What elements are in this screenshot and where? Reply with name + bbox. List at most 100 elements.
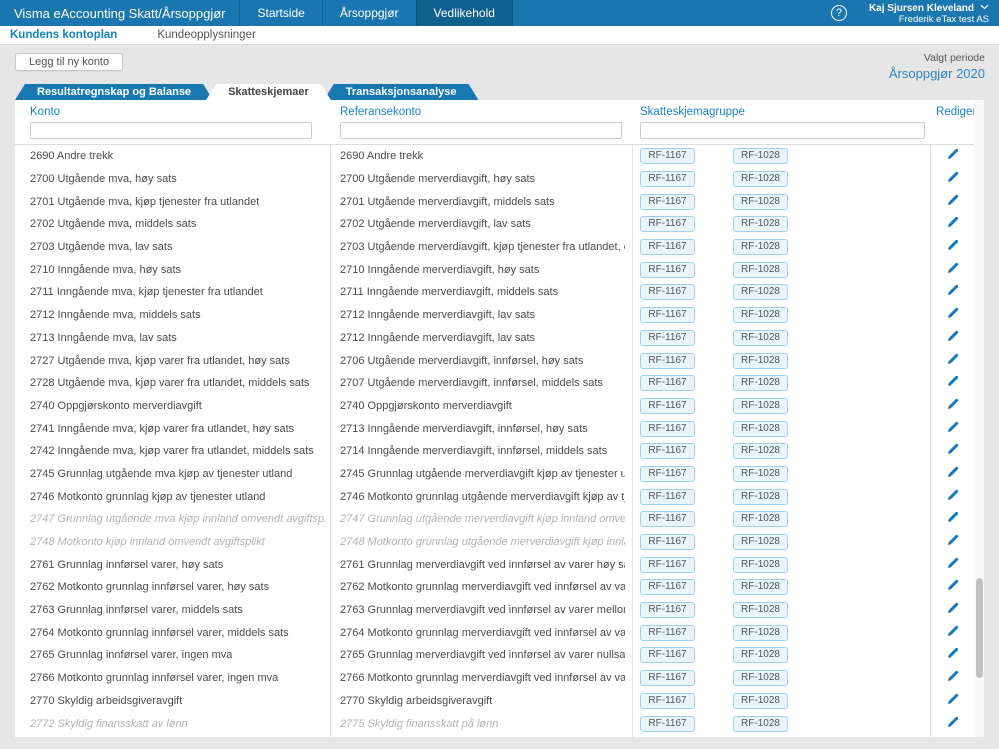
skatteskjema-badge[interactable]: RF-1028 <box>733 647 788 664</box>
column-header-konto[interactable]: Konto <box>30 106 60 118</box>
skatteskjema-badge[interactable]: RF-1028 <box>733 239 788 256</box>
skatteskjema-badge[interactable]: RF-1028 <box>733 352 788 369</box>
referansekonto-filter-input[interactable] <box>340 122 622 139</box>
edit-button[interactable] <box>931 236 975 259</box>
edit-button[interactable] <box>931 667 975 690</box>
skatteskjema-badge[interactable]: RF-1028 <box>733 670 788 687</box>
edit-button[interactable] <box>931 621 975 644</box>
column-header-skatteskjemagruppe[interactable]: Skatteskjemagruppe <box>640 106 745 118</box>
skatteskjema-badge[interactable]: RF-1167 <box>640 624 695 641</box>
edit-button[interactable] <box>931 463 975 486</box>
skatteskjema-badge[interactable]: RF-1028 <box>733 511 788 528</box>
skatteskjema-badge[interactable]: RF-1028 <box>733 556 788 573</box>
skatteskjema-badge[interactable]: RF-1028 <box>733 261 788 278</box>
skatteskjema-badge[interactable]: RF-1167 <box>640 465 695 482</box>
skatteskjema-badge[interactable]: RF-1028 <box>733 579 788 596</box>
skatteskjema-badge[interactable]: RF-1028 <box>733 284 788 301</box>
skatteskjema-badge[interactable]: RF-1028 <box>733 307 788 324</box>
edit-button[interactable] <box>931 327 975 350</box>
konto-filter-input[interactable] <box>30 122 312 139</box>
skatteskjema-badge[interactable]: RF-1167 <box>640 647 695 664</box>
add-account-button[interactable]: Legg til ny konto <box>15 53 124 71</box>
skatteskjema-badge[interactable]: RF-1167 <box>640 692 695 709</box>
skatteskjema-badge[interactable]: RF-1167 <box>640 239 695 256</box>
skatteskjema-badge[interactable]: RF-1028 <box>733 148 788 165</box>
skatteskjema-badge[interactable]: RF-1028 <box>733 216 788 233</box>
tab-skatteskjemaer[interactable]: Skatteskjemaer <box>206 84 331 100</box>
period-value[interactable]: Årsoppgjør 2020 <box>889 66 985 81</box>
skatteskjema-badge[interactable]: RF-1028 <box>733 534 788 551</box>
skatteskjema-badge[interactable]: RF-1167 <box>640 329 695 346</box>
edit-button[interactable] <box>931 485 975 508</box>
skatteskjema-badge[interactable]: RF-1167 <box>640 375 695 392</box>
skatteskjema-badge[interactable]: RF-1167 <box>640 579 695 596</box>
edit-button[interactable] <box>931 213 975 236</box>
menu-item-vedlikehold[interactable]: Vedlikehold <box>415 0 513 26</box>
user-menu[interactable]: Kaj Sjursen Kleveland Frederik eTax test… <box>869 2 989 25</box>
skatteskjema-badge[interactable]: RF-1028 <box>733 375 788 392</box>
edit-button[interactable] <box>931 599 975 622</box>
skatteskjema-badge[interactable]: RF-1028 <box>733 465 788 482</box>
skatteskjema-badge[interactable]: RF-1167 <box>640 420 695 437</box>
skatteskjema-badge[interactable]: RF-1167 <box>640 171 695 188</box>
skatteskjema-badge[interactable]: RF-1167 <box>640 352 695 369</box>
edit-button[interactable] <box>931 531 975 554</box>
skatteskjema-badge[interactable]: RF-1167 <box>640 670 695 687</box>
tab-resultatregnskap-og-balanse[interactable]: Resultatregnskap og Balanse <box>15 84 213 100</box>
skatteskjema-badge[interactable]: RF-1167 <box>640 715 695 732</box>
skatteskjema-badge[interactable]: RF-1028 <box>733 488 788 505</box>
edit-button[interactable] <box>931 372 975 395</box>
skatteskjema-badge[interactable]: RF-1028 <box>733 692 788 709</box>
skatteskjema-badge[interactable]: RF-1167 <box>640 261 695 278</box>
skatteskjema-badge[interactable]: RF-1028 <box>733 443 788 460</box>
edit-button[interactable] <box>931 440 975 463</box>
edit-button[interactable] <box>931 168 975 191</box>
menu-item-startside[interactable]: Startside <box>239 0 321 26</box>
skatteskjema-badge[interactable]: RF-1028 <box>733 602 788 619</box>
skatteskjema-badge[interactable]: RF-1028 <box>733 624 788 641</box>
help-icon[interactable]: ? <box>830 5 847 21</box>
edit-button[interactable] <box>931 508 975 531</box>
tab-transaksjonsanalyse[interactable]: Transaksjonsanalyse <box>324 84 479 100</box>
skatteskjema-badge[interactable]: RF-1167 <box>640 397 695 414</box>
edit-button[interactable] <box>931 417 975 440</box>
edit-button[interactable] <box>931 258 975 281</box>
scrollbar-thumb[interactable] <box>976 578 983 678</box>
menu-item-arsoppgjor[interactable]: Årsoppgjør <box>321 0 416 26</box>
skatteskjema-badge[interactable]: RF-1167 <box>640 216 695 233</box>
edit-button[interactable] <box>931 145 975 168</box>
skatteskjema-badge[interactable]: RF-1167 <box>640 511 695 528</box>
edit-button[interactable] <box>931 395 975 418</box>
skatteskjema-badge[interactable]: RF-1167 <box>640 534 695 551</box>
skatteskjemagruppe-filter-input[interactable] <box>640 122 925 139</box>
skatteskjema-badge[interactable]: RF-1028 <box>733 329 788 346</box>
skatteskjema-badge[interactable]: RF-1028 <box>733 715 788 732</box>
column-header-referansekonto[interactable]: Referansekonto <box>340 106 421 118</box>
edit-button[interactable] <box>931 644 975 667</box>
skatteskjema-badge[interactable]: RF-1167 <box>640 602 695 619</box>
table-row: 2713 Inngående mva, lav sats 2712 Inngåe… <box>15 327 984 350</box>
skatteskjema-badge[interactable]: RF-1167 <box>640 488 695 505</box>
skatteskjema-badge[interactable]: RF-1028 <box>733 397 788 414</box>
subnav-item-kundens-kontoplan[interactable]: Kundens kontoplan <box>10 29 117 41</box>
edit-button[interactable] <box>931 304 975 327</box>
skatteskjema-badge[interactable]: RF-1028 <box>733 193 788 210</box>
skatteskjema-badge[interactable]: RF-1167 <box>640 193 695 210</box>
edit-button[interactable] <box>931 712 975 735</box>
table-row: 2700 Utgående mva, høy sats 2700 Utgåend… <box>15 168 984 191</box>
edit-button[interactable] <box>931 576 975 599</box>
skatteskjema-badge[interactable]: RF-1167 <box>640 148 695 165</box>
skatteskjema-badge[interactable]: RF-1167 <box>640 307 695 324</box>
edit-button[interactable] <box>931 690 975 713</box>
subnav-item-kundeopplysninger[interactable]: Kundeopplysninger <box>157 29 255 41</box>
skatteskjema-badge[interactable]: RF-1167 <box>640 443 695 460</box>
edit-button[interactable] <box>931 553 975 576</box>
vertical-scrollbar[interactable] <box>974 100 984 737</box>
skatteskjema-badge[interactable]: RF-1028 <box>733 420 788 437</box>
skatteskjema-badge[interactable]: RF-1167 <box>640 556 695 573</box>
edit-button[interactable] <box>931 281 975 304</box>
skatteskjema-badge[interactable]: RF-1167 <box>640 284 695 301</box>
edit-button[interactable] <box>931 190 975 213</box>
edit-button[interactable] <box>931 349 975 372</box>
skatteskjema-badge[interactable]: RF-1028 <box>733 171 788 188</box>
